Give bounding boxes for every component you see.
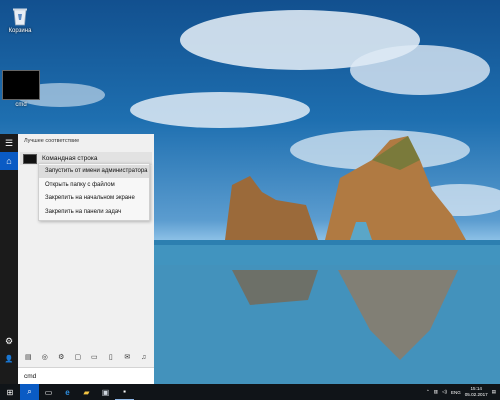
desktop-icon-label: Корзина (8, 28, 32, 34)
search-input[interactable]: cmd (18, 367, 154, 384)
ctx-pin-to-taskbar[interactable]: Закрепить на панели задач (39, 206, 149, 219)
settings-icon[interactable]: ⚙ (0, 332, 18, 350)
ctx-run-as-admin[interactable]: Запустить от имени администратора (39, 165, 149, 178)
filter-documents-icon[interactable]: ▢ (73, 353, 83, 361)
ctx-pin-to-start[interactable]: Закрепить на начальном экране (39, 192, 149, 205)
filter-music-icon[interactable]: ♫ (139, 354, 149, 361)
filter-videos-icon[interactable]: ▯ (106, 353, 116, 361)
ctx-open-file-location[interactable]: Открыть папку с файлом (39, 179, 149, 192)
taskbar: ⊞ ⌕ ▭ e ▰ ▣ ▪ ⌃ ▥ ◁) ENG 15:14 05.02.201… (0, 384, 500, 400)
edge-icon: e (65, 387, 70, 397)
cmd-taskbar-button[interactable]: ▪ (115, 384, 134, 400)
cmd-app-icon (23, 153, 37, 164)
user-icon[interactable]: 👤 (0, 350, 18, 368)
filter-apps-icon[interactable]: ▤ (23, 353, 33, 361)
home-icon[interactable]: ⌂ (0, 152, 18, 170)
clock[interactable]: 15:14 05.02.2017 (465, 386, 488, 398)
windows-logo-icon: ⊞ (6, 387, 14, 397)
desktop-icon-cmd[interactable]: cmd (2, 70, 40, 108)
folder-icon: ▰ (83, 387, 90, 397)
search-icon: ⌕ (27, 387, 32, 396)
store-icon: ▣ (101, 387, 110, 397)
tray-chevron-icon[interactable]: ⌃ (426, 389, 430, 395)
task-view-icon: ▭ (44, 387, 53, 397)
filter-mail-icon[interactable]: ✉ (122, 353, 132, 361)
best-match-header: Лучшее соответствие (24, 138, 80, 144)
language-indicator[interactable]: ENG (451, 390, 461, 395)
context-menu: Запустить от имени администратора Открыт… (38, 163, 150, 221)
filter-settings-icon[interactable]: ⚙ (56, 353, 66, 361)
search-button[interactable]: ⌕ (20, 384, 39, 400)
filter-web-icon[interactable]: ◎ (40, 353, 50, 361)
volume-icon[interactable]: ◁) (442, 389, 447, 395)
cmd-shortcut-icon (2, 70, 40, 100)
file-explorer-button[interactable]: ▰ (77, 384, 96, 400)
search-filter-bar: ▤ ◎ ⚙ ▢ ▭ ▯ ✉ ♫ (18, 347, 154, 367)
desktop-icon-recycle-bin[interactable]: Корзина (6, 6, 34, 34)
filter-photos-icon[interactable]: ▭ (89, 353, 99, 361)
search-query-text: cmd (24, 372, 37, 380)
system-tray: ⌃ ▥ ◁) ENG 15:14 05.02.2017 ▤ (422, 384, 496, 400)
notifications-icon[interactable]: ▤ (492, 389, 496, 395)
start-button[interactable]: ⊞ (0, 384, 20, 400)
network-icon[interactable]: ▥ (434, 389, 438, 395)
best-match-label: Командная строка (42, 155, 98, 162)
desktop-icon-label: cmd (15, 102, 27, 108)
edge-button[interactable]: e (58, 384, 77, 400)
cmd-icon: ▪ (123, 387, 126, 396)
recycle-bin-icon (12, 6, 28, 26)
task-view-button[interactable]: ▭ (39, 384, 58, 400)
store-button[interactable]: ▣ (96, 384, 115, 400)
clock-date: 05.02.2017 (464, 392, 488, 397)
menu-icon[interactable]: ☰ (0, 134, 18, 152)
start-menu-rail: ☰ ⌂ ⚙ 👤 (0, 134, 18, 384)
